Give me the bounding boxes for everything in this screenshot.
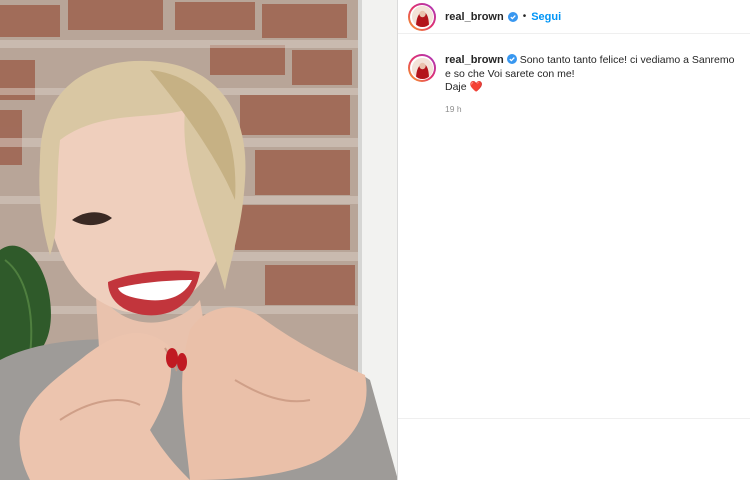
caption-avatar[interactable] <box>408 54 436 82</box>
profile-picture-icon <box>411 6 433 27</box>
profile-picture-icon <box>411 57 433 79</box>
caption-comment: real_brown Sono tanto tanto felice! ci v… <box>398 34 750 95</box>
separator-dot: • <box>522 11 527 22</box>
post-side-panel: real_brown • Segui real_brown Sono tanto… <box>398 0 750 480</box>
selfie-heart-hands-image <box>0 0 398 480</box>
instagram-post: real_brown • Segui real_brown Sono tanto… <box>0 0 750 480</box>
red-heart-emoji: ❤️ <box>469 81 483 94</box>
caption-line2: Daje <box>445 81 467 94</box>
post-photo[interactable] <box>0 0 398 480</box>
actions-divider <box>398 418 750 419</box>
username-link[interactable]: real_brown <box>445 11 504 23</box>
caption-text-block: real_brown Sono tanto tanto felice! ci v… <box>445 54 740 95</box>
avatar[interactable] <box>408 2 436 31</box>
post-header: real_brown • Segui <box>398 0 750 34</box>
verified-badge-icon <box>507 11 518 22</box>
caption-username-link[interactable]: real_brown <box>445 54 504 66</box>
post-timestamp[interactable]: 19 h <box>445 104 750 114</box>
verified-badge-icon <box>506 54 517 64</box>
follow-button[interactable]: Segui <box>531 11 561 23</box>
